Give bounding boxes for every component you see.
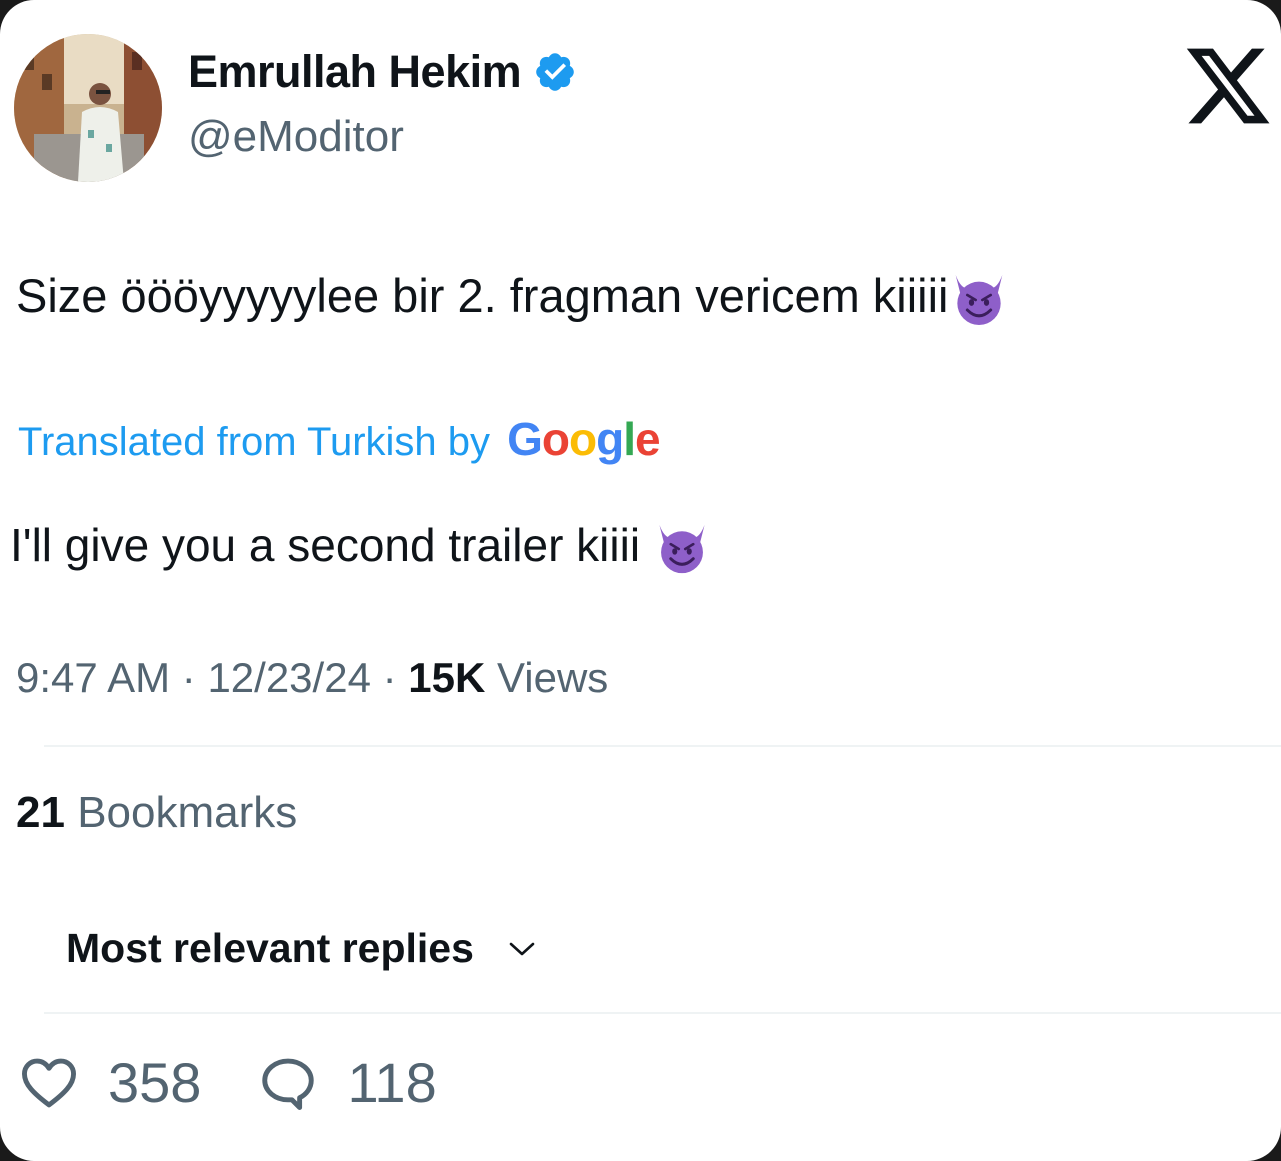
translation-body: I'll give you a second trailer kiiii (10, 519, 641, 571)
tweet-time[interactable]: 9:47 AM (16, 654, 170, 701)
bookmarks-label: Bookmarks (77, 788, 298, 837)
bookmarks-count: 21 (16, 788, 65, 837)
avatar[interactable] (14, 34, 162, 182)
google-letter: G (507, 413, 543, 465)
translation-attribution[interactable]: Translated from Turkish by Google (18, 412, 661, 466)
tweet-card: Emrullah Hekim @eModitor Size öööyyyyyle… (0, 0, 1281, 1161)
x-logo-icon (1186, 48, 1270, 124)
reply-count: 118 (347, 1051, 437, 1114)
tweet-meta: 9:47 AM · 12/23/24 · 15K Views (16, 654, 609, 701)
tweet-date[interactable]: 12/23/24 (207, 654, 371, 701)
google-letter: o (541, 413, 570, 465)
author-handle[interactable]: @eModitor (188, 112, 404, 162)
google-letter: o (569, 413, 597, 465)
tweet-text: Size öööyyyyylee bir 2. fragman vericem … (16, 268, 1009, 330)
divider (44, 745, 1281, 747)
google-letter: e (635, 413, 661, 465)
action-bar: 358 118 (18, 1050, 437, 1115)
smiling-devil-emoji (659, 524, 705, 574)
tweet-body: Size öööyyyyylee bir 2. fragman vericem … (16, 269, 949, 322)
author-row: Emrullah Hekim (188, 46, 577, 98)
google-letter: g (596, 413, 624, 465)
views-count: 15K (408, 654, 486, 701)
heart-icon[interactable] (18, 1052, 80, 1114)
google-brand: Google (507, 413, 661, 465)
like-count: 358 (108, 1051, 202, 1114)
author-name[interactable]: Emrullah Hekim (188, 46, 522, 98)
views-label: Views (497, 654, 609, 701)
speech-bubble-icon[interactable] (257, 1052, 319, 1114)
replies-sort-label: Most relevant replies (66, 925, 474, 971)
chevron-down-icon (509, 942, 535, 955)
google-letter: l (623, 413, 636, 465)
bookmarks-stat[interactable]: 21 Bookmarks (16, 788, 297, 838)
smiling-devil-emoji (955, 274, 1002, 325)
replies-sort-dropdown[interactable]: Most relevant replies (66, 925, 536, 972)
translated-label: Translated from Turkish by (18, 420, 491, 464)
translated-text: I'll give you a second trailer kiiii (10, 518, 711, 578)
verified-badge-icon (536, 53, 574, 91)
divider (44, 1012, 1281, 1014)
